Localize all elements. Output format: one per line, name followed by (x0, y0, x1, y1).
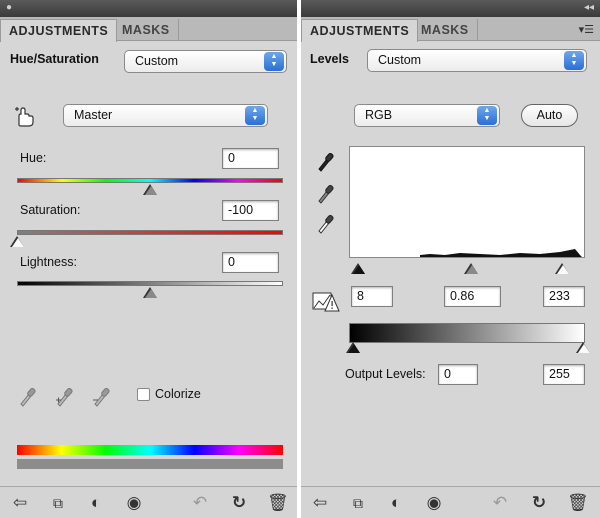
eye-icon[interactable]: ◉ (424, 493, 444, 513)
back-arrow-icon[interactable]: ⇦ (310, 493, 330, 513)
channel-select[interactable]: Master ▲ ▼ (63, 104, 268, 127)
stepper-arrows-icon: ▲ ▼ (264, 52, 284, 71)
collapse-panel-icon[interactable]: ◂◂ (584, 2, 594, 14)
histogram-graph (420, 249, 582, 257)
tab-adjustments[interactable]: ADJUSTMENTS (301, 19, 419, 42)
saturation-input[interactable]: -100 (222, 200, 279, 221)
adjustment-title: Hue/Saturation (10, 52, 99, 66)
bottom-toolbar: ⇦ ⧉ ◐ ◉ ↶ ↻ 🗑 (0, 486, 297, 518)
preset-select-value: Custom (135, 54, 179, 68)
targeted-adjustment-hand-icon[interactable] (13, 105, 37, 129)
preset-select[interactable]: Custom ▲ ▼ (367, 49, 587, 72)
input-gamma-level[interactable]: 0.86 (444, 286, 501, 307)
input-black-thumb-fill (353, 265, 365, 274)
eyedropper-subtract-icon[interactable] (92, 385, 110, 407)
input-spectrum-bar (17, 445, 283, 455)
tab-masks[interactable]: MASKS (114, 19, 179, 41)
input-white-level[interactable]: 233 (543, 286, 585, 307)
hue-slider-thumb-fill (145, 186, 157, 195)
tab-adjustments[interactable]: ADJUSTMENTS (0, 19, 118, 42)
panel-titlebar: ● (0, 0, 297, 17)
trash-icon[interactable]: 🗑 (267, 493, 289, 513)
black-point-eyedropper-icon[interactable] (316, 150, 334, 172)
clip-to-layer-icon[interactable]: ⧉ (48, 493, 68, 513)
lightness-slider-track[interactable] (17, 281, 283, 286)
output-white-level[interactable]: 255 (543, 364, 585, 385)
preset-select-value: Custom (378, 53, 422, 67)
stepper-arrows-icon: ▲ ▼ (477, 106, 497, 125)
lightness-input[interactable]: 0 (222, 252, 279, 273)
clip-to-layer-icon[interactable]: ⧉ (348, 493, 368, 513)
auto-button[interactable]: Auto (521, 104, 578, 127)
colorize-checkbox[interactable] (137, 388, 150, 401)
reset-icon[interactable]: ↻ (229, 493, 249, 513)
previous-state-icon[interactable]: ↶ (190, 493, 210, 513)
levels-panel: ◂◂ ADJUSTMENTS MASKS ▾☰ Levels Custom ▲ ▼… (301, 0, 600, 518)
stepper-arrows-icon: ▲ ▼ (564, 51, 584, 70)
previous-state-icon[interactable]: ↶ (490, 493, 510, 513)
panel-menu-icon[interactable]: ▾☰ (579, 23, 594, 36)
output-black-level[interactable]: 0 (438, 364, 478, 385)
stepper-arrows-icon: ▲ ▼ (245, 106, 265, 125)
levels-histogram (349, 146, 585, 258)
white-point-eyedropper-icon[interactable] (316, 212, 334, 234)
tab-masks[interactable]: MASKS (413, 19, 478, 41)
bottom-toolbar: ⇦ ⧉ ◐ ◉ ↶ ↻ 🗑 (301, 486, 600, 518)
panel-titlebar: ◂◂ (301, 0, 600, 17)
gray-point-eyedropper-icon[interactable] (316, 182, 334, 204)
eyedropper-add-icon[interactable] (55, 385, 73, 407)
input-gamma-thumb-fill (466, 265, 478, 274)
colorize-label: Colorize (155, 387, 201, 401)
saturation-label: Saturation: (20, 203, 81, 217)
output-black-thumb-fill (348, 344, 360, 353)
output-gradient-bar (349, 323, 585, 343)
eyedropper-icon[interactable] (18, 385, 36, 407)
adjustment-title: Levels (310, 52, 349, 66)
hue-saturation-panel: ● ADJUSTMENTS MASKS Hue/Saturation Custo… (0, 0, 297, 518)
visibility-toggle-icon[interactable]: ◐ (386, 493, 406, 513)
input-black-level[interactable]: 8 (351, 286, 393, 307)
hue-label: Hue: (20, 151, 47, 165)
lightness-slider-thumb-fill (145, 289, 157, 298)
clipping-warning-icon[interactable] (312, 289, 340, 313)
eye-icon[interactable]: ◉ (124, 493, 144, 513)
channel-select[interactable]: RGB ▲ ▼ (354, 104, 500, 127)
preset-select[interactable]: Custom ▲ ▼ (124, 50, 287, 73)
channel-select-value: RGB (365, 108, 393, 122)
saturation-slider-thumb-fill (12, 238, 24, 247)
input-white-thumb-fill (557, 265, 569, 274)
output-spectrum-bar (17, 459, 283, 469)
output-levels-label: Output Levels: (345, 367, 426, 381)
visibility-toggle-icon[interactable]: ◐ (86, 493, 106, 513)
channel-select-value: Master (74, 108, 113, 122)
panel-tabbar: ADJUSTMENTS MASKS ▾☰ (301, 17, 600, 42)
hue-input[interactable]: 0 (222, 148, 279, 169)
close-panel-icon[interactable]: ● (6, 2, 12, 14)
back-arrow-icon[interactable]: ⇦ (10, 493, 30, 513)
lightness-label: Lightness: (20, 255, 77, 269)
hue-slider-track[interactable] (17, 178, 283, 183)
trash-icon[interactable]: 🗑 (567, 493, 589, 513)
panel-tabbar: ADJUSTMENTS MASKS (0, 17, 297, 42)
reset-icon[interactable]: ↻ (529, 493, 549, 513)
output-white-thumb-fill (578, 344, 590, 353)
saturation-slider-track[interactable] (17, 230, 283, 235)
